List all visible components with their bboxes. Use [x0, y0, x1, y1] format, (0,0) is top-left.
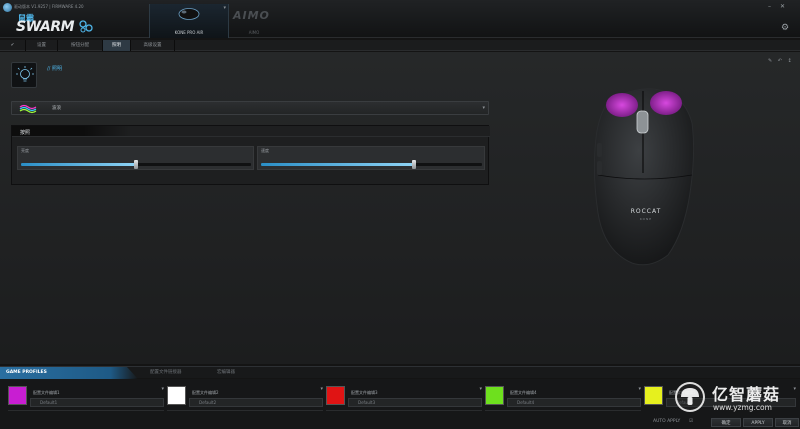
profile-default-field[interactable]: Default2 — [189, 398, 323, 407]
chevron-down-icon[interactable]: ▾ — [638, 386, 641, 392]
main-tabs: ✔ 设置 按钮分配 照明 高级设置 — [0, 40, 800, 51]
mushroom-logo-icon — [675, 382, 705, 412]
profile-color-swatch[interactable] — [644, 386, 663, 405]
edit-tools[interactable]: ✎ ↶ ↕ — [768, 58, 794, 64]
profile-default-field[interactable]: Default4 — [507, 398, 641, 407]
profile-slot-4[interactable]: 配置文件编辑4 ▾ Default4 — [485, 386, 641, 412]
slider-track[interactable] — [261, 160, 482, 169]
watermark-name: 亿智蘑菇 — [712, 385, 781, 404]
mouse-thumbnail-icon — [178, 8, 200, 20]
profile-slot-1[interactable]: 配置文件编辑1 ▾ Default1 — [8, 386, 164, 412]
ok-button[interactable]: 确定 — [711, 418, 741, 427]
lighting-settings-panel: 按照 亮度 速度 — [11, 125, 490, 185]
tab-settings[interactable]: 设置 — [26, 40, 58, 51]
chevron-down-icon[interactable]: ▾ — [161, 386, 164, 392]
profile-default-field[interactable]: Default3 — [348, 398, 482, 407]
aimo-logo: AIMO — [233, 9, 270, 22]
tab-profile-linker[interactable]: 配置文件链接器 — [150, 367, 182, 379]
profile-color-swatch[interactable] — [326, 386, 345, 405]
auto-apply-checkbox[interactable]: ☑ — [689, 419, 693, 424]
profile-name: 配置文件编辑3 — [351, 390, 378, 395]
chevron-down-icon[interactable]: ▾ — [479, 386, 482, 392]
profile-name: 配置文件编辑1 — [33, 390, 60, 395]
mouse-roccat-logo: ROCCAT — [631, 208, 662, 215]
settings-gear-icon[interactable]: ⚙ — [781, 23, 789, 33]
slider-handle[interactable] — [412, 160, 416, 169]
slider-label: 亮度 — [21, 148, 29, 153]
watermark-url: www.yzmg.com — [713, 403, 772, 412]
panel-title: 按照 — [20, 130, 31, 136]
profile-slot-3[interactable]: 配置文件编辑3 ▾ Default3 — [326, 386, 482, 412]
lighting-page: // 照明 ✎ ↶ ↕ 波浪 ▾ 按照 亮度 速度 ROCCAT KONE — [0, 52, 800, 364]
profile-tabs: GAME PROFILES 配置文件链接器 宏编辑器 — [0, 366, 800, 379]
divider — [8, 410, 164, 411]
swarm-mark-icon — [79, 20, 93, 33]
tab-advanced[interactable]: 高级设置 — [131, 40, 175, 51]
divider — [167, 410, 323, 411]
device-name: AIMO — [248, 30, 260, 35]
profile-color-swatch[interactable] — [485, 386, 504, 405]
profile-color-swatch[interactable] — [167, 386, 186, 405]
slider-fill — [21, 163, 136, 166]
tab-lighting[interactable]: 照明 — [103, 40, 131, 51]
lightbulb-icon — [11, 62, 37, 88]
tab-button-assignment[interactable]: 按钮分配 — [58, 40, 103, 51]
brightness-slider[interactable]: 亮度 — [17, 146, 254, 170]
divider — [485, 410, 641, 411]
minimize-button[interactable]: – — [764, 2, 775, 11]
cancel-button[interactable]: 取消 — [775, 418, 799, 427]
chevron-down-icon[interactable]: ▾ — [482, 105, 485, 111]
slider-fill — [261, 163, 414, 166]
lighting-mode-value: 波浪 — [52, 106, 61, 111]
tab-macro-editor[interactable]: 宏编辑器 — [217, 367, 235, 379]
profile-name: 配置文件编辑2 — [192, 390, 219, 395]
section-title: // 照明 — [47, 66, 62, 72]
close-button[interactable]: ✕ — [777, 2, 788, 11]
lighting-mode-select[interactable]: 波浪 ▾ — [11, 101, 489, 115]
slider-handle[interactable] — [134, 160, 138, 169]
wave-effect-icon — [19, 104, 37, 114]
divider — [326, 410, 482, 411]
panel-header: 按照 — [12, 126, 490, 137]
apply-button[interactable]: APPLY — [743, 418, 773, 427]
speed-slider[interactable]: 速度 — [257, 146, 485, 170]
chevron-down-icon[interactable]: ▾ — [320, 386, 323, 392]
mouse-preview: ROCCAT KONE — [593, 88, 695, 266]
slider-track[interactable] — [21, 160, 251, 169]
mouse-model-text: KONE — [640, 217, 652, 221]
swarm-logo: 鼠霸 SWARM — [16, 13, 106, 35]
device-tab-aimo[interactable]: AIMO AIMO — [214, 4, 294, 38]
tab-game-profiles[interactable]: GAME PROFILES — [0, 367, 138, 379]
version-text: 驱动版本 V1.9257 | FIRMWARE 4.20 — [14, 4, 84, 9]
watermark: 亿智蘑菇 www.yzmg.com — [672, 380, 800, 416]
tab-check[interactable]: ✔ — [0, 40, 26, 51]
profile-color-swatch[interactable] — [8, 386, 27, 405]
profile-default-field[interactable]: Default1 — [30, 398, 164, 407]
auto-apply-label: AUTO APPLY — [653, 419, 681, 424]
profile-slot-2[interactable]: 配置文件编辑2 ▾ Default2 — [167, 386, 323, 412]
roccat-logo-icon — [3, 3, 12, 12]
slider-label: 速度 — [261, 148, 269, 153]
title-bar: 驱动版本 V1.9257 | FIRMWARE 4.20 鼠霸 SWARM ▾ … — [0, 0, 800, 38]
profile-name: 配置文件编辑4 — [510, 390, 537, 395]
brand-name: SWARM — [16, 19, 75, 35]
